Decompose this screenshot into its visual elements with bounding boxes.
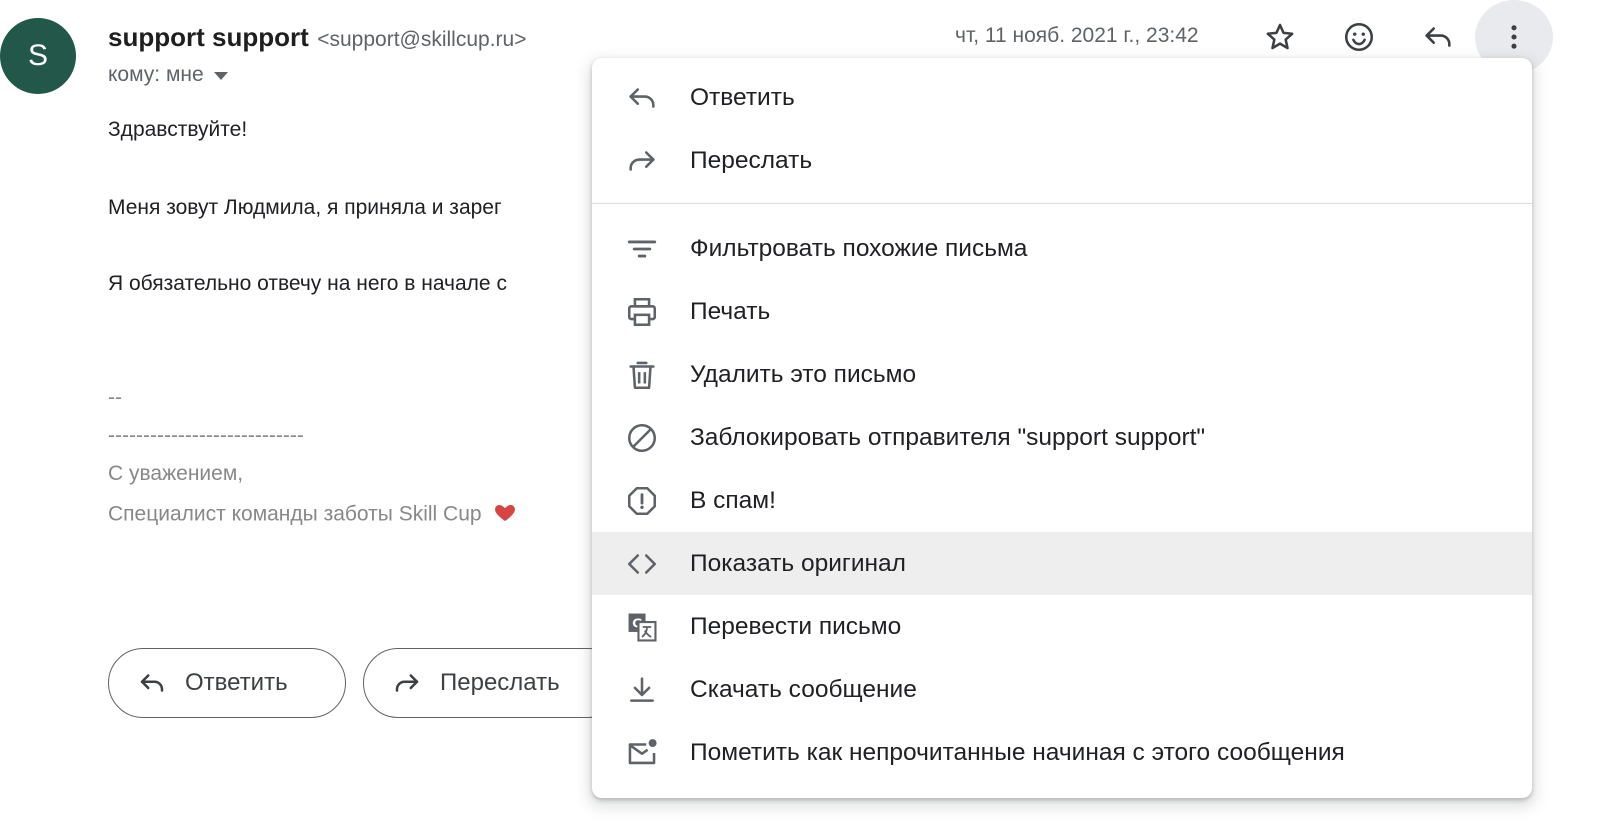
menu-item-filter-similar[interactable]: Фильтровать похожие письма: [592, 217, 1532, 280]
star-icon: [1266, 23, 1294, 50]
body-line-2: Я обязательно отвечу на него в начале с: [108, 272, 507, 295]
menu-item-label: Удалить это письмо: [690, 360, 917, 388]
star-button[interactable]: [1256, 13, 1304, 61]
menu-divider: [592, 203, 1532, 204]
menu-item-download[interactable]: Скачать сообщение: [592, 658, 1532, 721]
recipients-label: кому: мне: [108, 63, 204, 86]
filter-icon: [624, 231, 660, 267]
trash-icon: [624, 357, 660, 393]
mark-unread-icon: [624, 735, 660, 771]
heart-icon: [493, 500, 517, 530]
menu-item-print[interactable]: Печать: [592, 280, 1532, 343]
block-icon: [624, 420, 660, 456]
body-line-1: Меня зовут Людмила, я приняла и зарег: [108, 196, 502, 219]
download-icon: [624, 672, 660, 708]
menu-item-label: Показать оригинал: [690, 549, 906, 577]
menu-item-label: Перевести письмо: [690, 612, 902, 640]
print-icon: [624, 294, 660, 330]
menu-item-label: Скачать сообщение: [690, 675, 917, 703]
code-icon: [624, 546, 660, 582]
menu-item-delete[interactable]: Удалить это письмо: [592, 343, 1532, 406]
signature-separator-long: ----------------------------: [108, 424, 304, 447]
reply-icon: [1425, 27, 1451, 47]
reply-icon: [624, 80, 660, 116]
sender-email: <support@skillcup.ru>: [317, 28, 527, 51]
sender-name[interactable]: support support: [108, 22, 309, 52]
signature-regards: С уважением,: [108, 462, 244, 485]
menu-item-label: Фильтровать похожие письма: [690, 234, 1028, 262]
menu-item-reply[interactable]: Ответить: [592, 66, 1532, 129]
spam-icon: [624, 483, 660, 519]
menu-item-show-original[interactable]: Показать оригинал: [592, 532, 1532, 595]
translate-icon: G: [624, 609, 660, 645]
email-view: S support support <support@skillcup.ru> …: [0, 0, 1599, 824]
forward-icon: [395, 674, 419, 692]
reply-button[interactable]: Ответить: [108, 648, 346, 718]
forward-button-label: Переслать: [440, 669, 560, 696]
menu-item-mark-unread[interactable]: Пометить как непрочитанные начиная с это…: [592, 721, 1532, 784]
signature-title-row: Специалист команды заботы Skill Cup: [108, 500, 517, 530]
more-options-menu: Ответить Переслать Фильтровать похожие п…: [592, 58, 1532, 798]
menu-item-spam[interactable]: В спам!: [592, 469, 1532, 532]
menu-item-label: Пометить как непрочитанные начиная с это…: [690, 738, 1345, 766]
menu-item-label: Ответить: [690, 83, 795, 111]
forward-icon: [624, 143, 660, 179]
reply-button-label: Ответить: [185, 669, 288, 696]
menu-item-block-sender[interactable]: Заблокировать отправителя "support suppo…: [592, 406, 1532, 469]
menu-item-label: В спам!: [690, 486, 776, 514]
menu-item-label: Печать: [690, 297, 771, 325]
sender-line: support support <support@skillcup.ru>: [108, 22, 526, 53]
body-greeting: Здравствуйте!: [108, 118, 248, 141]
menu-item-translate[interactable]: G Перевести письмо: [592, 595, 1532, 658]
signature-title: Специалист команды заботы Skill Cup: [108, 502, 482, 526]
emoji-reaction-button[interactable]: [1335, 13, 1383, 61]
signature-separator-short: --: [108, 386, 122, 409]
caret-down-icon: [213, 72, 228, 80]
avatar[interactable]: S: [0, 18, 76, 94]
reply-icon: [140, 674, 164, 692]
recipients-toggle[interactable]: кому: мне: [108, 63, 228, 87]
emoji-icon: [1344, 22, 1374, 52]
message-date: чт, 11 нояб. 2021 г., 23:42: [955, 24, 1199, 47]
menu-item-label: Переслать: [690, 146, 813, 174]
menu-item-label: Заблокировать отправителя "support suppo…: [690, 423, 1206, 451]
forward-button[interactable]: Переслать: [363, 648, 623, 718]
more-vert-icon: [1511, 25, 1517, 49]
menu-item-forward[interactable]: Переслать: [592, 129, 1532, 192]
reply-header-button[interactable]: [1414, 13, 1462, 61]
